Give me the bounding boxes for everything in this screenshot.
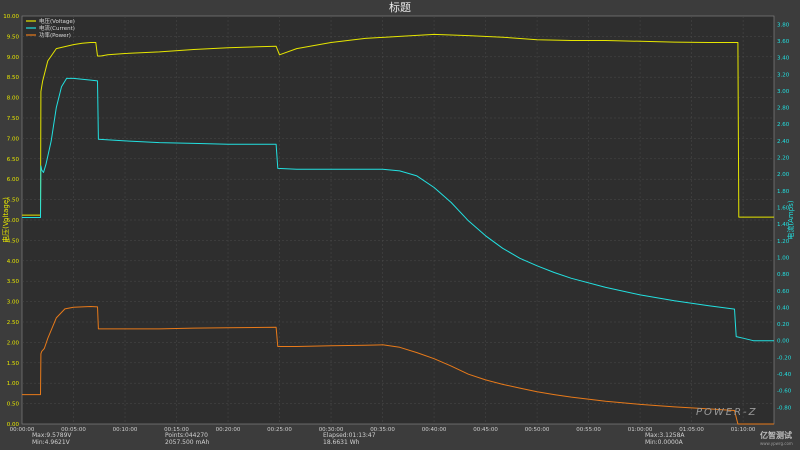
legend-entry: 电流(Current) [39,24,75,32]
right-tick-label: -0.80 [777,405,792,411]
right-axis-label: 电流(Amps) [786,200,795,239]
right-tick-label: 1.00 [777,255,790,261]
left-tick-label: 9.50 [7,34,20,40]
power-z-watermark: POWER-Z [696,407,758,418]
legend-entry: 功率(Power) [39,31,71,39]
left-tick-label: 1.50 [7,361,20,367]
left-tick-label: 3.00 [7,300,20,306]
elapsed-stats: Elapsed:01:13:47 18.6631 Wh [323,432,376,446]
x-tick-label: 00:40:00 [422,427,447,433]
right-tick-label: 2.20 [777,156,790,162]
right-tick-label: 1.80 [777,189,790,195]
right-tick-label: 0.00 [777,339,790,345]
x-tick-label: 00:20:00 [216,427,241,433]
left-tick-label: 6.50 [7,157,20,163]
right-tick-label: -0.20 [777,355,792,361]
energy-mah: 2057.500 mAh [165,439,210,446]
right-tick-label: 3.00 [777,89,790,95]
right-tick-label: 2.40 [777,139,790,145]
right-tick-label: 0.20 [777,322,790,328]
current-stats: Max:3.1258A Min:0.0000A [645,432,685,446]
right-tick-label: 3.60 [777,39,790,45]
right-tick-label: 2.80 [777,106,790,112]
right-tick-label: -0.60 [777,389,792,395]
right-tick-label: 0.60 [777,289,790,295]
points-count: Points:044270 [165,432,208,439]
legend-entry: 电压(Voltage) [39,17,75,25]
x-tick-label: 00:50:00 [525,427,550,433]
left-tick-label: 2.50 [7,320,20,326]
right-tick-label: 3.40 [777,56,790,62]
right-tick-label: 2.00 [777,172,790,178]
x-tick-label: 00:10:00 [113,427,138,433]
left-tick-label: 0.50 [7,402,20,408]
left-tick-label: 2.00 [7,340,20,346]
left-tick-label: 8.50 [7,75,20,81]
left-tick-label: 3.50 [7,279,20,285]
left-tick-label: 4.00 [7,259,20,265]
right-tick-label: 3.20 [777,72,790,78]
elapsed-time: Elapsed:01:13:47 [323,432,376,439]
voltage-stats: Max:9.5789V Min:4.9621V [32,432,72,446]
left-tick-label: 7.00 [7,136,20,142]
points-stats: Points:044270 2057.500 mAh [165,432,209,446]
right-tick-label: 0.40 [777,305,790,311]
left-tick-label: 7.50 [7,116,20,122]
x-tick-label: 00:25:00 [267,427,292,433]
site-logo-url: www.ypwrg.com [760,441,793,446]
min-current: Min:0.0000A [645,439,683,446]
left-tick-label: 9.00 [7,55,20,61]
min-voltage: Min:4.9621V [32,439,70,446]
right-tick-label: 2.60 [777,122,790,128]
left-axis-label: 电压(Voltage) [1,197,10,243]
site-logo: 亿智测试 [760,431,792,440]
max-current: Max:3.1258A [645,432,685,439]
x-tick-label: 00:55:00 [576,427,601,433]
right-tick-label: 3.80 [777,22,790,28]
left-tick-label: 6.00 [7,177,20,183]
energy-wh: 18.6631 Wh [323,439,360,446]
x-axis-ticks: 00:00:00 00:05:00 00:10:00 00:15:00 00:20:00… [10,427,756,433]
right-tick-label: 0.80 [777,272,790,278]
power-chart: 0.000.501.001.502.002.503.003.504.004.50… [1,14,795,433]
right-tick-label: -0.40 [777,372,792,378]
left-tick-label: 10.00 [3,14,19,20]
left-tick-label: 8.00 [7,96,20,102]
x-tick-label: 01:10:00 [731,427,756,433]
max-voltage: Max:9.5789V [32,432,72,439]
left-tick-label: 1.00 [7,381,20,387]
x-tick-label: 00:45:00 [473,427,498,433]
